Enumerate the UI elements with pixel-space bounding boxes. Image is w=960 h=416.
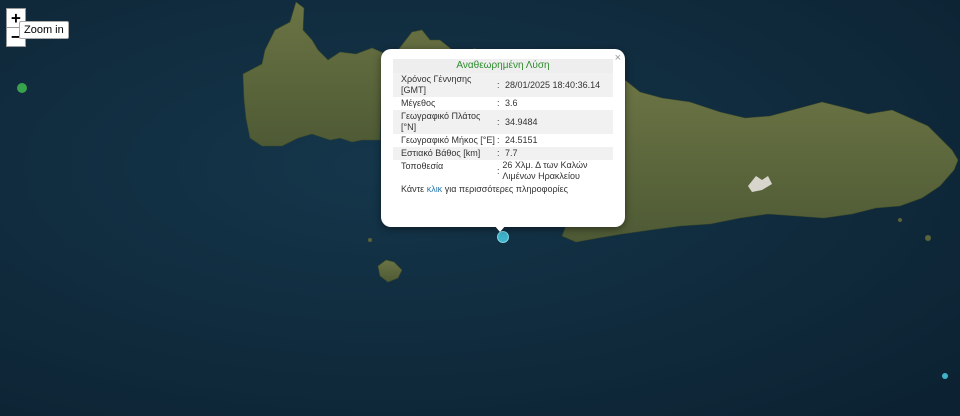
info-row: Χρόνος Γέννησης [GMT]:28/01/2025 18:40:3… (393, 73, 613, 97)
info-row-label: Τοποθεσία (401, 161, 444, 171)
info-row-value: :3.6 (497, 97, 613, 110)
info-row: Γεωγραφικό Πλάτος [°N]:34.9484 (393, 110, 613, 134)
info-row-separator: : (497, 148, 500, 158)
epicenter-marker[interactable] (497, 231, 509, 243)
info-row-value-text: 24.5151 (505, 135, 538, 145)
info-row: Γεωγραφικό Μήκος [°E]:24.5151 (393, 134, 613, 147)
info-row-value: :24.5151 (497, 134, 613, 147)
info-row-separator: : (497, 98, 500, 108)
info-row-value: :28/01/2025 18:40:36.14 (497, 73, 613, 97)
info-row-label: Χρόνος Γέννησης [GMT] (401, 74, 472, 95)
info-row-separator: : (497, 79, 500, 90)
close-icon[interactable]: × (615, 52, 621, 64)
info-row-value: :34.9484 (497, 110, 613, 134)
islet (368, 238, 372, 242)
footer-text-after: για περισσότερες πληροφορίες (444, 184, 568, 194)
info-row: Μέγεθος:3.6 (393, 97, 613, 110)
event-marker-small[interactable] (942, 373, 948, 379)
more-info-text: Κάντε κλικ για περισσότερες πληροφορίες (393, 182, 613, 194)
info-row-value: :7.7 (497, 147, 613, 160)
info-row-label: Εστιακό Βάθος [km] (401, 148, 481, 158)
info-row-value-text: 3.6 (505, 98, 518, 108)
more-info-link[interactable]: κλικ (427, 184, 443, 194)
info-table: Αναθεωρημένη Λύση Χρόνος Γέννησης [GMT]:… (393, 59, 613, 194)
info-row-separator: : (497, 135, 500, 145)
event-marker-green[interactable] (17, 83, 27, 93)
info-row-value: :26 Χλμ. Δ των Καλών Λιμένων Ηρακλείου (497, 160, 613, 182)
info-row-label: Γεωγραφικό Πλάτος [°N] (401, 111, 481, 132)
zoom-in-tooltip: Zoom in (19, 21, 69, 39)
info-row-label: Μέγεθος (401, 98, 436, 108)
info-row-value-text: 28/01/2025 18:40:36.14 (505, 79, 601, 90)
footer-text-before: Κάντε (401, 184, 425, 194)
info-row-label: Γεωγραφικό Μήκος [°E] (401, 135, 495, 145)
popup-title: Αναθεωρημένη Λύση (393, 59, 613, 73)
islet (898, 218, 902, 222)
info-row-value-text: 7.7 (505, 148, 518, 158)
info-row-separator: : (497, 116, 500, 127)
popup-tip (494, 225, 506, 232)
islet (925, 235, 931, 241)
info-row: Τοποθεσία :26 Χλμ. Δ των Καλών Λιμένων Ηρ… (393, 160, 613, 182)
earthquake-info-popup: × Αναθεωρημένη Λύση Χρόνος Γέννησης [GMT… (381, 49, 625, 232)
info-row-value-text: 26 Χλμ. Δ των Καλών Λιμένων Ηρακλείου (502, 160, 588, 181)
info-row: Εστιακό Βάθος [km]:7.7 (393, 147, 613, 160)
info-row-value-text: 34.9484 (505, 116, 538, 127)
